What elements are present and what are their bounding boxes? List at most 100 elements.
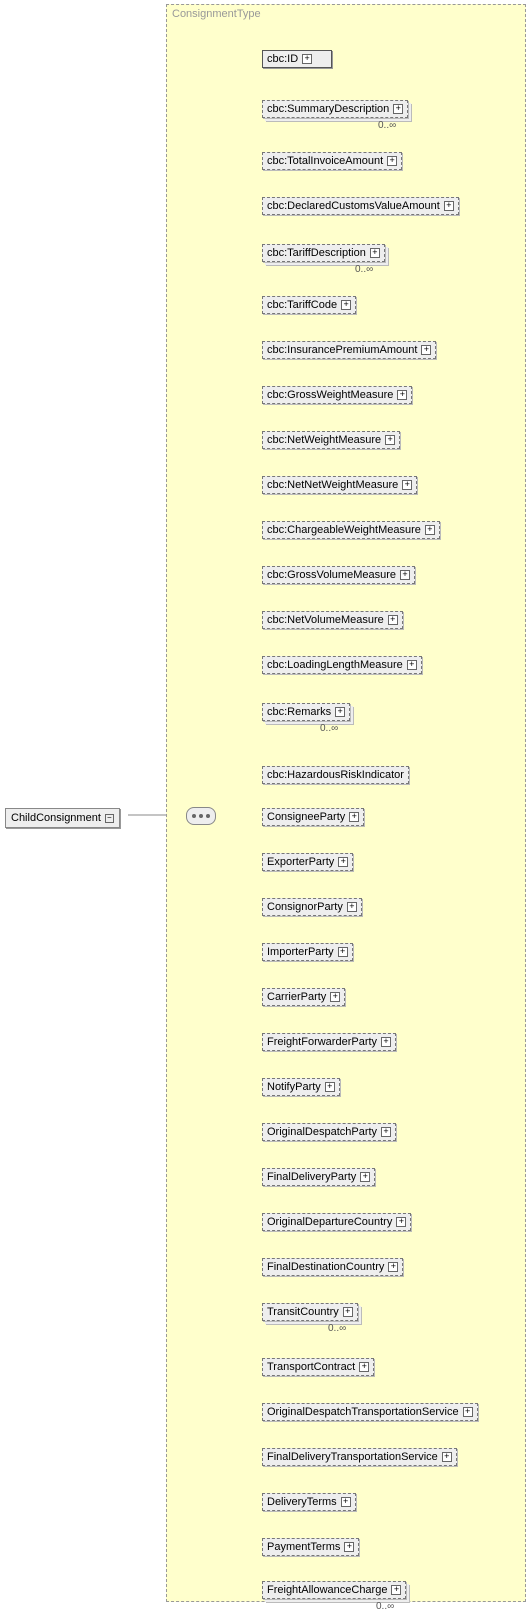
node-label: cbc:ID	[267, 53, 298, 65]
schema-node[interactable]: cbc:LoadingLengthMeasure +	[262, 656, 422, 674]
cardinality-label: 0..∞	[378, 120, 396, 131]
schema-node[interactable]: cbc:HazardousRiskIndicator	[262, 766, 409, 784]
expand-icon[interactable]: −	[105, 814, 114, 823]
expand-icon[interactable]: +	[463, 1407, 473, 1417]
expand-icon[interactable]: +	[325, 1082, 335, 1092]
expand-icon[interactable]: +	[343, 1307, 353, 1317]
node-label: cbc:GrossWeightMeasure	[267, 389, 393, 401]
node-label: OriginalDepartureCountry	[267, 1216, 392, 1228]
node-label: ImporterParty	[267, 946, 334, 958]
schema-node[interactable]: ConsigneeParty +	[262, 808, 364, 826]
expand-icon[interactable]: +	[381, 1037, 391, 1047]
schema-node[interactable]: FinalDestinationCountry +	[262, 1258, 403, 1276]
expand-icon[interactable]: +	[381, 1127, 391, 1137]
schema-node[interactable]: cbc:ChargeableWeightMeasure+	[262, 521, 440, 539]
schema-node[interactable]: cbc:SummaryDescription+	[262, 100, 408, 118]
schema-node[interactable]: cbc:ID +	[262, 50, 332, 68]
expand-icon[interactable]: +	[442, 1452, 452, 1462]
expand-icon[interactable]: +	[421, 345, 431, 355]
schema-node[interactable]: CarrierParty +	[262, 988, 345, 1006]
schema-node[interactable]: cbc:TariffDescription +	[262, 244, 385, 262]
root-element[interactable]: ChildConsignment−	[5, 808, 120, 828]
expand-icon[interactable]: +	[341, 1497, 351, 1507]
node-label: ConsigneeParty	[267, 811, 345, 823]
node-label: NotifyParty	[267, 1081, 321, 1093]
node-label: FinalDeliveryTransportationService	[267, 1451, 438, 1463]
expand-icon[interactable]: +	[393, 104, 403, 114]
expand-icon[interactable]: +	[335, 707, 345, 717]
root-label: ChildConsignment	[11, 812, 101, 824]
schema-node[interactable]: FreightForwarderParty +	[262, 1033, 396, 1051]
expand-icon[interactable]: +	[385, 435, 395, 445]
node-label: cbc:LoadingLengthMeasure	[267, 659, 403, 671]
schema-node[interactable]: TransitCountry+	[262, 1303, 358, 1321]
node-label: cbc:HazardousRiskIndicator	[267, 769, 404, 781]
node-label: cbc:Remarks	[267, 706, 331, 718]
expand-icon[interactable]: +	[347, 902, 357, 912]
schema-node[interactable]: PaymentTerms +	[262, 1538, 359, 1556]
schema-node[interactable]: TransportContract +	[262, 1358, 374, 1376]
expand-icon[interactable]: +	[397, 390, 407, 400]
node-label: FinalDeliveryParty	[267, 1171, 356, 1183]
expand-icon[interactable]: +	[360, 1172, 370, 1182]
expand-icon[interactable]: +	[388, 1262, 398, 1272]
expand-icon[interactable]: +	[338, 947, 348, 957]
expand-icon[interactable]: +	[349, 812, 359, 822]
schema-node[interactable]: cbc:Remarks +	[262, 703, 350, 721]
expand-icon[interactable]: +	[302, 54, 312, 64]
schema-node[interactable]: cbc:GrossVolumeMeasure+	[262, 566, 415, 584]
node-label: CarrierParty	[267, 991, 326, 1003]
node-label: PaymentTerms	[267, 1541, 340, 1553]
schema-node[interactable]: cbc:TotalInvoiceAmount+	[262, 152, 402, 170]
cardinality-label: 0..∞	[320, 723, 338, 734]
sequence-compositor-icon[interactable]	[186, 807, 216, 825]
schema-node[interactable]: cbc:NetNetWeightMeasure+	[262, 476, 417, 494]
schema-node[interactable]: ConsignorParty+	[262, 898, 362, 916]
expand-icon[interactable]: +	[387, 156, 397, 166]
schema-node[interactable]: cbc:InsurancePremiumAmount+	[262, 341, 436, 359]
expand-icon[interactable]: +	[444, 201, 454, 211]
node-label: cbc:TariffCode	[267, 299, 337, 311]
node-label: cbc:NetWeightMeasure	[267, 434, 381, 446]
schema-node[interactable]: FinalDeliveryTransportationService +	[262, 1448, 457, 1466]
expand-icon[interactable]: +	[388, 615, 398, 625]
schema-node[interactable]: OriginalDepartureCountry +	[262, 1213, 411, 1231]
node-label: FinalDestinationCountry	[267, 1261, 384, 1273]
cardinality-label: 0..∞	[355, 264, 373, 275]
schema-node[interactable]: ExporterParty+	[262, 853, 353, 871]
schema-node[interactable]: NotifyParty +	[262, 1078, 340, 1096]
expand-icon[interactable]: +	[425, 525, 435, 535]
expand-icon[interactable]: +	[402, 480, 412, 490]
schema-node[interactable]: FinalDeliveryParty +	[262, 1168, 375, 1186]
expand-icon[interactable]: +	[338, 857, 348, 867]
expand-icon[interactable]: +	[370, 248, 380, 258]
expand-icon[interactable]: +	[344, 1542, 354, 1552]
expand-icon[interactable]: +	[341, 300, 351, 310]
node-label: DeliveryTerms	[267, 1496, 337, 1508]
cardinality-label: 0..∞	[328, 1323, 346, 1334]
schema-node[interactable]: FreightAllowanceCharge+	[262, 1581, 406, 1599]
schema-node[interactable]: cbc:NetVolumeMeasure +	[262, 611, 403, 629]
schema-node[interactable]: cbc:TariffCode +	[262, 296, 356, 314]
node-label: cbc:TariffDescription	[267, 247, 366, 259]
schema-node[interactable]: OriginalDespatchTransportationService+	[262, 1403, 478, 1421]
node-label: FreightForwarderParty	[267, 1036, 377, 1048]
schema-node[interactable]: cbc:GrossWeightMeasure +	[262, 386, 412, 404]
schema-node[interactable]: cbc:NetWeightMeasure +	[262, 431, 400, 449]
type-label: ConsignmentType	[172, 8, 261, 20]
schema-node[interactable]: DeliveryTerms +	[262, 1493, 356, 1511]
schema-node[interactable]: ImporterParty +	[262, 943, 353, 961]
expand-icon[interactable]: +	[396, 1217, 406, 1227]
cardinality-label: 0..∞	[376, 1601, 394, 1612]
expand-icon[interactable]: +	[359, 1362, 369, 1372]
schema-node[interactable]: cbc:DeclaredCustomsValueAmount +	[262, 197, 459, 215]
node-label: TransportContract	[267, 1361, 355, 1373]
expand-icon[interactable]: +	[330, 992, 340, 1002]
node-label: cbc:DeclaredCustomsValueAmount	[267, 200, 440, 212]
expand-icon[interactable]: +	[407, 660, 417, 670]
schema-node[interactable]: OriginalDespatchParty +	[262, 1123, 396, 1141]
expand-icon[interactable]: +	[391, 1585, 401, 1595]
node-label: cbc:NetVolumeMeasure	[267, 614, 384, 626]
node-label: OriginalDespatchParty	[267, 1126, 377, 1138]
expand-icon[interactable]: +	[400, 570, 410, 580]
